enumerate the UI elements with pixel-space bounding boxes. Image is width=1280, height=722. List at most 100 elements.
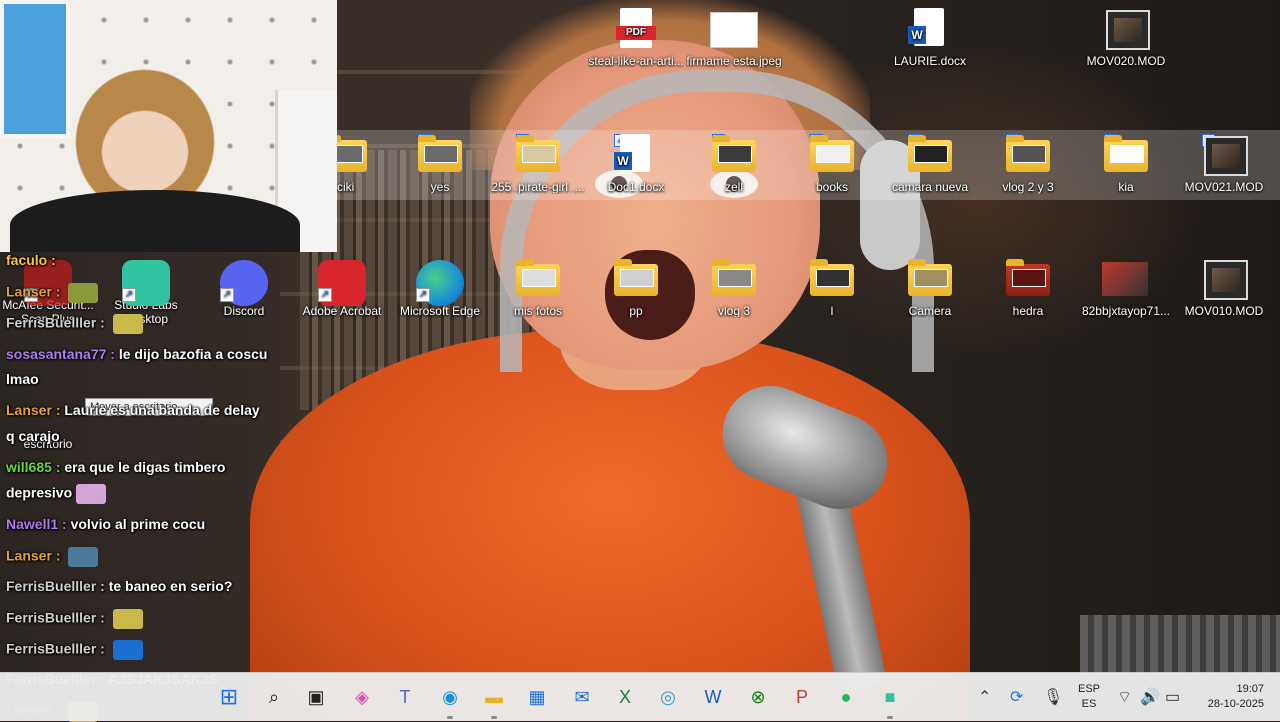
desktop-icon-folder[interactable]: ✓ camara nueva (882, 134, 978, 194)
desktop-icon-label: MOV021.MOD (1184, 180, 1264, 194)
desktop-icon-video[interactable]: ✓ MOV021.MOD (1176, 134, 1272, 194)
chat-emote-icon (112, 640, 143, 660)
clock-time: 19:07 (1236, 683, 1264, 695)
chat-username[interactable]: will685 (6, 459, 52, 475)
volume-icon[interactable]: 🔊 (1140, 687, 1160, 707)
desktop-icon-folder[interactable]: ciki (337, 134, 379, 194)
clock[interactable]: 19:07 28-10-2025 (1192, 682, 1264, 712)
folder-icon (416, 134, 464, 176)
chat-message: Lanser : Laurie es una banda de delay (6, 402, 260, 419)
desktop-icon-image[interactable]: 82bbjxtayop71... (1078, 258, 1174, 318)
word-doc-icon: W (612, 134, 660, 176)
desktop-icon-folder[interactable]: vlog 3 (686, 258, 782, 318)
desktop-icon-video[interactable]: MOV010.MOD (1176, 258, 1272, 318)
chat-username[interactable]: FerrisBuelller (6, 610, 96, 626)
word-icon[interactable]: W (697, 681, 729, 713)
excel-icon[interactable]: X (609, 681, 641, 713)
store-icon[interactable]: ▦ (521, 681, 553, 713)
start-icon[interactable]: ⊞ (213, 681, 245, 713)
desktop-icon-label: MOV010.MOD (1184, 304, 1264, 318)
spotify-icon[interactable]: ● (830, 681, 862, 713)
microphone-icon[interactable]: 🎙 (1043, 687, 1063, 707)
desktop-icon-label: zell (724, 180, 743, 194)
folder-icon (808, 134, 856, 176)
chat-message: Nawell1 : volvio al prime cocu (6, 516, 205, 533)
chat-message: will685 : era que le digas timbero (6, 459, 225, 476)
desktop-icon-folder[interactable]: ✓ 255_pirate-girl_... (490, 134, 586, 194)
chat-separator: : (51, 252, 56, 268)
desktop-icon-label: mis fotos (513, 304, 562, 318)
word-doc-icon: W (906, 8, 954, 50)
desktop-icon-folder[interactable]: ✓ kia (1078, 134, 1174, 194)
chat-username[interactable]: FerrisBuelller (6, 315, 96, 331)
chat-message: q carajo (6, 428, 60, 445)
xbox-icon[interactable]: ⊗ (742, 681, 774, 713)
wifi-icon[interactable]: ⌔ (1117, 687, 1132, 707)
desktop-icon-image[interactable]: firmame esta.jpeg (686, 8, 782, 68)
chat-username[interactable]: Lanser (6, 548, 52, 564)
clock-date: 28-10-2025 (1207, 698, 1264, 710)
file-explorer-icon[interactable]: ▬ (478, 681, 510, 719)
folder-icon (710, 134, 758, 176)
desktop-icon-folder[interactable]: ✓ zell (686, 134, 782, 194)
desktop-icon-folder[interactable]: mis fotos (490, 258, 586, 318)
desktop-icon-video[interactable]: MOV020.MOD (1078, 8, 1174, 68)
chat-username[interactable]: FerrisBuelller (6, 641, 96, 657)
chat-emote-icon (76, 484, 107, 504)
chat-username[interactable]: faculo (6, 252, 47, 268)
chat-separator: : (110, 346, 115, 362)
desktop-icon-folder[interactable]: pp (588, 258, 684, 318)
desktop-icon-label: Camera (908, 304, 952, 318)
sync-icon[interactable]: ⟳ (1010, 687, 1023, 707)
desktop-icon-label: vlog 3 (717, 304, 751, 318)
video-file-icon (1200, 258, 1248, 300)
chat-emote-icon (68, 283, 99, 303)
folder-icon (1004, 258, 1052, 300)
desktop-icon-label: books (815, 180, 849, 194)
teams-icon[interactable]: T (389, 681, 421, 713)
mail-icon[interactable]: ✉ (566, 681, 598, 713)
desktop-icon-pdf[interactable]: PDF steal-like-an-arti... (588, 8, 684, 68)
desktop-icon-folder[interactable]: Camera (882, 258, 978, 318)
input-language[interactable]: ESP ES (1076, 682, 1102, 712)
streamlabs-icon[interactable]: ■ (874, 681, 906, 719)
chat-text: depresivo (6, 484, 73, 501)
chat-message: depresivo (6, 484, 107, 504)
desktop-icon-folder[interactable]: hedra (980, 258, 1076, 318)
folder-icon (514, 134, 562, 176)
chat-username[interactable]: sosasantana77 (6, 346, 106, 362)
desktop-icon-label: hedra (1012, 304, 1044, 318)
folder-icon (808, 258, 856, 300)
chat-separator: : (55, 283, 61, 300)
chat-separator: : (55, 547, 61, 564)
chat-username[interactable]: Lanser (6, 402, 52, 418)
desktop-icon-folder[interactable]: ✓ yes (392, 134, 488, 194)
task-view-icon[interactable]: ▣ (300, 681, 332, 713)
desktop-icon-label: yes (430, 180, 450, 194)
video-file-icon (1102, 8, 1150, 50)
desktop-icon-label: vlog 2 y 3 (1002, 180, 1054, 194)
pdf-file-icon: PDF (612, 8, 660, 50)
desktop-icon-docx[interactable]: ✓ W Doc1.docx (588, 134, 684, 194)
copilot-icon[interactable]: ◈ (346, 681, 378, 713)
chat-message: lmao (6, 371, 39, 388)
chat-username[interactable]: Lanser (6, 284, 52, 300)
desktop-icon-folder[interactable]: ✓ books (784, 134, 880, 194)
desktop-icon-folder[interactable]: l (784, 258, 880, 318)
desktop-icon-label: steal-like-an-arti... (588, 54, 684, 68)
battery-icon[interactable]: ▭ (1165, 687, 1180, 707)
desktop-icon-folder[interactable]: ✓ vlog 2 y 3 (980, 134, 1076, 194)
search-icon[interactable]: ⌕ (258, 681, 290, 713)
edge-icon[interactable]: ◉ (434, 681, 466, 719)
chat-text: volvio al prime cocu (70, 516, 206, 532)
desktop-icon-docx[interactable]: W LAURIE.docx (882, 8, 978, 68)
chat-username[interactable]: Nawell1 (6, 516, 58, 532)
chevron-up-icon[interactable]: ⌃ (978, 687, 991, 707)
desktop-icon-edge[interactable]: ↗ Microsoft Edge (392, 258, 488, 318)
chat-username[interactable]: FerrisBuelller (6, 578, 96, 594)
powerpoint-icon[interactable]: P (786, 681, 818, 713)
desktop-icon-label: camara nueva (891, 180, 969, 194)
mixing-console (1080, 615, 1280, 675)
generic-app-icon[interactable]: ◎ (652, 681, 684, 713)
image-file-icon (710, 8, 758, 50)
